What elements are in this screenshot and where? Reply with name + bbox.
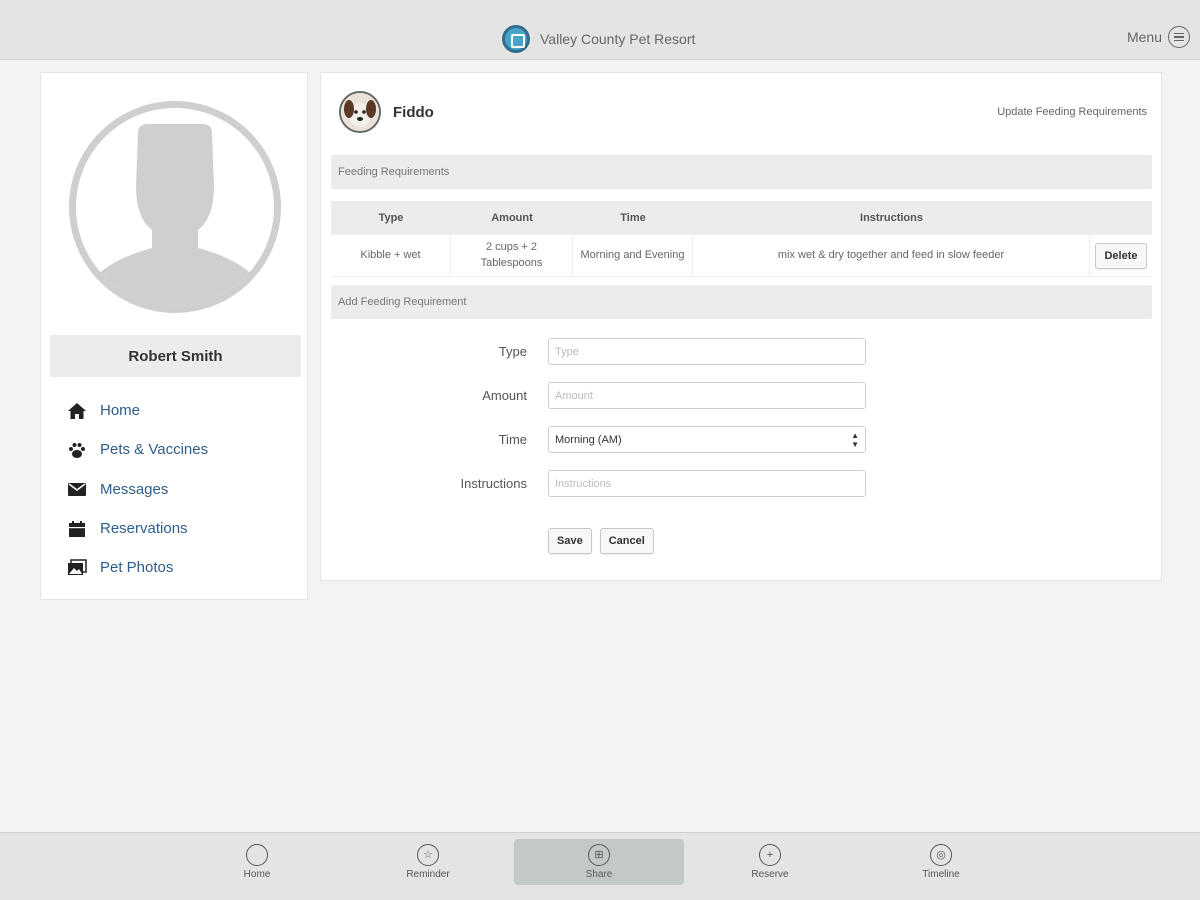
sidebar-item-messages[interactable]: Messages <box>67 470 208 509</box>
tab-label: Share <box>585 869 613 880</box>
form-row-time: Time Morning (AM) ▲ ▼ <box>321 426 1163 453</box>
time-select[interactable]: Morning (AM) ▲ ▼ <box>548 426 866 453</box>
tab-label: Home <box>243 869 271 880</box>
photos-icon <box>67 558 87 578</box>
column-header-type: Type <box>378 212 404 224</box>
timeline-icon: ◎ <box>930 844 952 866</box>
cell-type: Kibble + wet <box>331 235 451 276</box>
share-icon: ⊞ <box>588 844 610 866</box>
cell-actions: Delete <box>1090 235 1152 276</box>
tab-home[interactable]: Home <box>172 839 342 885</box>
delete-button[interactable]: Delete <box>1095 242 1147 269</box>
time-select-value: Morning (AM) <box>555 433 622 446</box>
cell-time: Morning and Evening <box>573 235 693 276</box>
sidebar-item-reservations[interactable]: Reservations <box>67 509 208 548</box>
sidebar-item-label: Reservations <box>100 520 188 538</box>
plus-icon: + <box>759 844 781 866</box>
feeding-panel: Fiddo Update Feeding Requirements Feedin… <box>320 72 1162 581</box>
cancel-button[interactable]: Cancel <box>599 528 654 554</box>
form-row-amount: Amount <box>321 382 1163 409</box>
amount-input[interactable] <box>548 382 866 409</box>
avatar <box>69 101 281 313</box>
update-feeding-link[interactable]: Update Feeding Requirements <box>997 106 1147 118</box>
pet-header: Fiddo <box>339 91 434 133</box>
tab-label: Reserve <box>751 869 789 880</box>
form-row-type: Type <box>321 338 1163 365</box>
circle-icon <box>246 844 268 866</box>
sidebar-item-label: Messages <box>100 480 169 498</box>
pet-name: Fiddo <box>393 103 434 121</box>
tab-label: Reminder <box>406 869 450 880</box>
sidebar-item-label: Home <box>100 402 141 420</box>
amount-label: Amount <box>482 388 527 403</box>
table-header: Type Amount Time Instructions <box>331 201 1152 235</box>
sidebar-item-home[interactable]: Home <box>67 391 208 430</box>
brand[interactable]: Valley County Pet Resort <box>502 25 695 53</box>
cell-instructions: mix wet & dry together and feed in slow … <box>693 235 1090 276</box>
resort-logo-icon <box>502 25 530 53</box>
sidebar-item-label: Pets & Vaccines <box>100 441 209 459</box>
profile-sidebar: Robert Smith Home Pets & Vaccines Messag… <box>40 72 308 600</box>
user-silhouette-icon <box>76 108 274 306</box>
column-header-instructions: Instructions <box>860 212 923 224</box>
menu-button[interactable]: Menu <box>1127 26 1190 48</box>
paw-icon <box>67 440 87 460</box>
type-label: Type <box>498 344 527 359</box>
home-icon <box>67 401 87 421</box>
feeding-requirements-header: Feeding Requirements <box>331 155 1152 189</box>
sidebar-item-pet-photos[interactable]: Pet Photos <box>67 548 208 587</box>
calendar-icon <box>67 519 87 539</box>
pet-avatar <box>339 91 381 133</box>
column-header-amount: Amount <box>491 212 533 224</box>
tab-reminder[interactable]: ☆ Reminder <box>343 839 513 885</box>
tab-label: Timeline <box>922 869 960 880</box>
form-actions: Save Cancel <box>548 528 654 554</box>
tab-reserve[interactable]: + Reserve <box>685 839 855 885</box>
envelope-icon <box>67 479 87 499</box>
user-name: Robert Smith <box>50 335 301 377</box>
bottom-tab-bar: Home ☆ Reminder ⊞ Share + Reserve ◎ Time… <box>0 832 1200 900</box>
dog-photo-icon <box>341 93 379 131</box>
menu-label: Menu <box>1126 29 1162 45</box>
app-title: Valley County Pet Resort <box>540 31 696 47</box>
add-feeding-header: Add Feeding Requirement <box>331 285 1152 319</box>
time-label: Time <box>498 432 527 447</box>
hamburger-icon <box>1168 26 1190 48</box>
tab-share[interactable]: ⊞ Share <box>514 839 684 885</box>
instructions-label: Instructions <box>460 476 527 491</box>
form-row-instructions: Instructions <box>321 470 1163 497</box>
column-header-actions <box>1090 201 1152 235</box>
top-bar: Valley County Pet Resort Menu <box>0 0 1200 60</box>
tab-timeline[interactable]: ◎ Timeline <box>856 839 1026 885</box>
sidebar-item-pets-vaccines[interactable]: Pets & Vaccines <box>67 430 208 469</box>
select-arrows-icon: ▲ ▼ <box>851 430 859 449</box>
star-icon: ☆ <box>417 844 439 866</box>
sidebar-item-label: Pet Photos <box>100 559 174 577</box>
table-row: Kibble + wet 2 cups + 2 Tablespoons Morn… <box>331 235 1152 277</box>
save-button[interactable]: Save <box>548 528 592 554</box>
cell-amount: 2 cups + 2 Tablespoons <box>451 235 573 276</box>
instructions-input[interactable] <box>548 470 866 497</box>
feeding-table: Type Amount Time Instructions Kibble + w… <box>331 201 1152 277</box>
column-header-time: Time <box>620 212 646 224</box>
sidebar-nav: Home Pets & Vaccines Messages Reservatio… <box>67 391 208 587</box>
type-input[interactable] <box>548 338 866 365</box>
